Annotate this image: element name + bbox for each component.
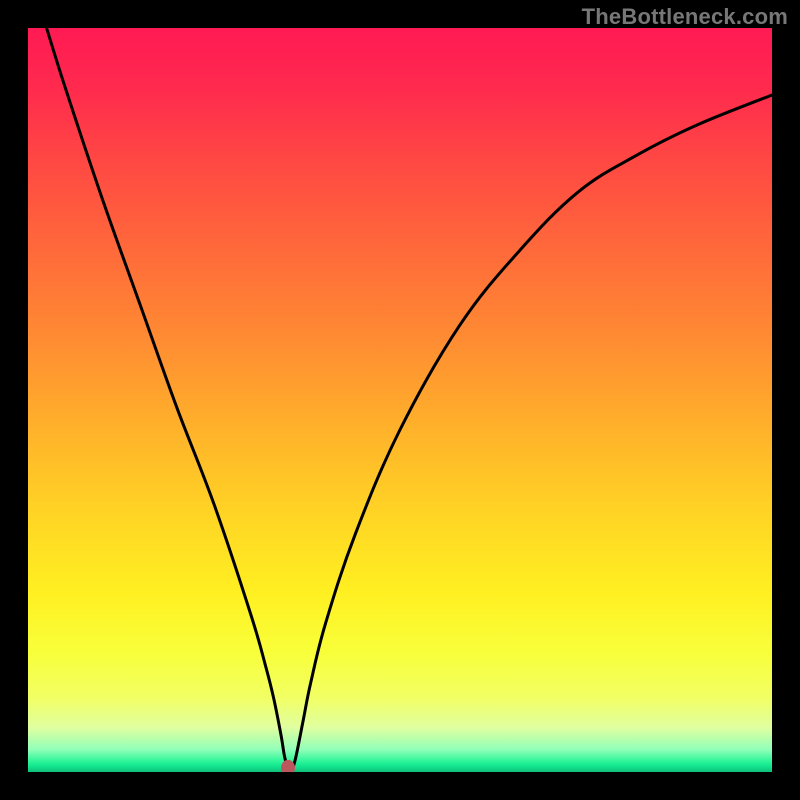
plot-area <box>28 28 772 772</box>
watermark-text: TheBottleneck.com <box>582 4 788 30</box>
chart-frame: TheBottleneck.com <box>0 0 800 800</box>
bottleneck-curve <box>47 28 772 770</box>
curve-svg <box>28 28 772 772</box>
optimal-point-marker <box>281 760 295 772</box>
